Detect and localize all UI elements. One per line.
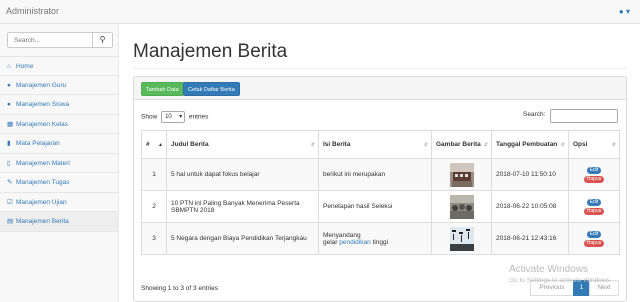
column-header-opsi[interactable]: Opsi ⇵ [568, 130, 620, 159]
page-title: Manajemen Berita [133, 41, 288, 62]
row-options: Edit Hapus [568, 222, 620, 255]
title-divider [133, 68, 627, 69]
add-data-button[interactable]: Tambah Data [141, 82, 184, 96]
content-link[interactable]: pendidikan [339, 239, 370, 246]
users-icon: ● [7, 81, 11, 89]
edit-button[interactable]: Edit [586, 166, 602, 174]
sidebar-item-label: Mata Pelajaran [16, 140, 60, 147]
table-header-row: # ▲ Judul Berita ⇵ Isi Berita ⇵ Gambar Beri… [141, 130, 620, 159]
brand-link[interactable]: Administrator [6, 6, 59, 16]
edit-button[interactable]: Edit [586, 230, 602, 238]
sidebar-search-input[interactable] [8, 33, 93, 47]
sidebar-item-manajemen-siswa[interactable]: ● Manajemen Siswa [0, 95, 118, 115]
delete-button[interactable]: Hapus [583, 175, 605, 183]
row-date: 2018-06-21 12:43:16 [491, 222, 569, 255]
activate-windows-title: Activate Windows [509, 264, 588, 275]
sidebar-item-label: Manajemen Tugas [16, 179, 70, 186]
grid-icon: ▦ [7, 120, 14, 128]
sidebar-item-label: Manajemen Berita [16, 218, 69, 225]
book-icon: ▮ [7, 140, 11, 147]
search-icon[interactable]: ⚲ [92, 33, 112, 47]
newspaper-icon: ▤ [7, 218, 14, 225]
news-thumbnail [449, 226, 474, 251]
row-number: 3 [141, 222, 167, 255]
sort-icon: ⇵ [483, 142, 488, 148]
table-search-label: Search: [523, 111, 546, 118]
row-date: 2018-07-10 11:50:10 [491, 158, 569, 191]
row-title: 5 hal untuk dapat fokus belajar [166, 158, 319, 191]
sidebar-item-manajemen-berita[interactable]: ▤ Manajemen Berita [0, 212, 118, 232]
entries-label: entries [188, 113, 209, 121]
table-info: Showing 1 to 3 of 3 entries [141, 285, 218, 292]
table-row: 3 5 Negara dengan Biaya Pendidikan Terja… [141, 222, 620, 255]
row-date: 2018-06-22 10:05:08 [491, 190, 569, 223]
row-options: Edit Hapus [568, 158, 620, 191]
sidebar-search: ⚲ [7, 32, 113, 48]
sidebar-item-home[interactable]: ⌂ Home [0, 56, 118, 76]
row-number: 2 [141, 190, 167, 223]
row-content: Menyandang gelar pendidikan tinggi [318, 222, 432, 255]
row-image-cell [431, 158, 492, 191]
sort-icon: ⇵ [611, 142, 616, 148]
row-image-cell [431, 190, 492, 223]
table-search-input[interactable] [550, 109, 618, 123]
sidebar-item-mata-pelajaran[interactable]: ▮ Mata Pelajaran [0, 134, 118, 154]
news-table: # ▲ Judul Berita ⇵ Isi Berita ⇵ Gambar Beri… [141, 130, 620, 255]
sort-icon: ⇵ [310, 142, 315, 148]
table-row: 1 5 hal untuk dapat fokus belajar beriku… [141, 158, 620, 191]
sidebar-item-label: Home [16, 63, 34, 70]
top-navbar: Administrator ● ▾ [0, 0, 640, 24]
sort-icon: ⇵ [560, 142, 565, 148]
sidebar-item-label: Manajemen Materi [16, 159, 70, 167]
row-title: 10 PTN ini Paling Banyak Menerima Pesert… [166, 190, 319, 223]
column-header-gambar[interactable]: Gambar Berita ⇵ [431, 130, 492, 159]
user-menu-icon[interactable]: ● ▾ [619, 7, 630, 16]
column-header-isi[interactable]: Isi Berita ⇵ [318, 130, 432, 159]
news-thumbnail [449, 194, 474, 219]
edit-icon: ☑ [7, 198, 13, 206]
pencil-icon: ✎ [7, 179, 13, 186]
row-content: berikut ini merupakan [318, 158, 432, 191]
sidebar-item-label: Manajemen Ujian [16, 198, 67, 206]
sidebar-item-manajemen-materi[interactable]: ▯ Manajemen Materi [0, 154, 118, 173]
row-options: Edit Hapus [568, 190, 620, 223]
sidebar-menu: ⌂ Home ● Manajemen Guru ● Manajemen Siswa ▦… [0, 56, 118, 232]
sidebar-item-manajemen-tugas[interactable]: ✎ Manajemen Tugas [0, 173, 118, 193]
entries-length: Show 10 entries [141, 111, 208, 123]
sidebar-item-label: Manajemen Kelas [16, 120, 69, 128]
table-row: 2 10 PTN ini Paling Banyak Menerima Pese… [141, 190, 620, 223]
sidebar: ⚲ ⌂ Home ● Manajemen Guru ● Manajemen Siswa… [0, 24, 119, 302]
sidebar-item-label: Manajemen Siswa [16, 101, 70, 108]
sidebar-item-manajemen-ujian[interactable]: ☑ Manajemen Ujian [0, 193, 118, 212]
activate-windows-hint: Go to Settings to activate Windows. [509, 277, 612, 284]
news-thumbnail [449, 162, 474, 187]
panel-heading: Tambah Data Cetak Daftar Berita [134, 77, 626, 100]
entries-select[interactable]: 10 [161, 111, 186, 123]
home-icon: ⌂ [7, 63, 11, 70]
column-header-number[interactable]: # ▲ [141, 130, 167, 159]
sidebar-item-manajemen-kelas[interactable]: ▦ Manajemen Kelas [0, 115, 118, 134]
print-list-button[interactable]: Cetak Daftar Berita [183, 82, 240, 96]
file-icon: ▯ [7, 159, 11, 167]
row-number: 1 [141, 158, 167, 191]
delete-button[interactable]: Hapus [583, 239, 605, 247]
main-content: Manajemen Berita Tambah Data Cetak Dafta… [119, 24, 640, 302]
sidebar-item-manajemen-guru[interactable]: ● Manajemen Guru [0, 76, 118, 95]
edit-button[interactable]: Edit [586, 198, 602, 206]
users-icon: ● [7, 101, 11, 108]
row-title: 5 Negara dengan Biaya Pendidikan Terjang… [166, 222, 319, 255]
row-content: Penetapan hasil Seleksi [318, 190, 432, 223]
show-label: Show [141, 113, 158, 121]
delete-button[interactable]: Hapus [583, 207, 605, 215]
sort-asc-icon: ▲ [158, 142, 163, 148]
sidebar-item-label: Manajemen Guru [16, 81, 67, 89]
column-header-tanggal[interactable]: Tanggal Pembuatan ⇵ [491, 130, 569, 159]
row-image-cell [431, 222, 492, 255]
sort-icon: ⇵ [423, 142, 428, 148]
column-header-judul[interactable]: Judul Berita ⇵ [166, 130, 319, 159]
